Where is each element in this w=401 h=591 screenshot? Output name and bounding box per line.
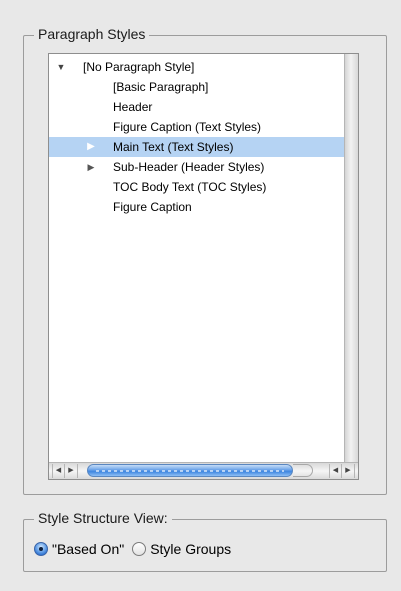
triangle-down-icon[interactable]: ▼	[55, 57, 67, 77]
based-on-label[interactable]: "Based On"	[52, 541, 124, 557]
tree-row-no-paragraph-style[interactable]: ▼ [No Paragraph Style]	[49, 57, 344, 77]
tree-row-label: [No Paragraph Style]	[83, 60, 195, 74]
tree-row-label: Figure Caption	[113, 200, 192, 214]
scroll-arrows-right: ◀ ▶	[329, 464, 355, 478]
based-on-radio[interactable]	[34, 542, 48, 556]
paragraph-styles-list[interactable]: ▼ [No Paragraph Style] [Basic Paragraph]…	[48, 53, 359, 480]
paragraph-styles-panel: Paragraph Styles ▼ [No Paragraph Style] …	[0, 0, 401, 591]
paragraph-styles-group: Paragraph Styles ▼ [No Paragraph Style] …	[23, 24, 387, 495]
tree-row-label: Main Text (Text Styles)	[113, 140, 234, 154]
tree-row-toc-body-text-toc-styles[interactable]: TOC Body Text (TOC Styles)	[49, 177, 344, 197]
horizontal-scrollbar[interactable]: ◀ ▶ ◀ ▶	[49, 462, 358, 479]
tree-row-basic-paragraph[interactable]: [Basic Paragraph]	[49, 77, 344, 97]
tree-row-sub-header-header-styles[interactable]: ▶ Sub-Header (Header Styles)	[49, 157, 344, 177]
style-groups-label[interactable]: Style Groups	[150, 541, 231, 557]
tree-row-label: [Basic Paragraph]	[113, 80, 209, 94]
tree-row-label: Sub-Header (Header Styles)	[113, 160, 265, 174]
tree-row-figure-caption[interactable]: Figure Caption	[49, 197, 344, 217]
tree-row-figure-caption-text-styles[interactable]: Figure Caption (Text Styles)	[49, 117, 344, 137]
paragraph-styles-title: Paragraph Styles	[34, 24, 150, 44]
tree-row-header[interactable]: Header	[49, 97, 344, 117]
triangle-right-icon[interactable]: ▶	[85, 157, 97, 177]
scroll-arrows-left: ◀ ▶	[52, 464, 78, 478]
tree-row-label: TOC Body Text (TOC Styles)	[113, 180, 267, 194]
scroll-track-end	[293, 464, 313, 477]
scroll-left-arrow-icon[interactable]: ◀	[329, 464, 342, 478]
style-structure-view-title: Style Structure View:	[34, 508, 172, 528]
scroll-left-arrow-icon[interactable]: ◀	[52, 464, 65, 478]
tree-row-label: Figure Caption (Text Styles)	[113, 120, 262, 134]
tree-row-main-text-text-styles[interactable]: ▶ Main Text (Text Styles)	[49, 137, 344, 157]
tree-row-label: Header	[113, 100, 153, 114]
style-structure-view-group: Style Structure View: "Based On" Style G…	[23, 508, 387, 572]
vertical-scrollbar[interactable]	[344, 54, 358, 462]
style-groups-radio[interactable]	[132, 542, 147, 556]
scroll-right-arrow-icon[interactable]: ▶	[342, 464, 355, 478]
triangle-right-icon[interactable]: ▶	[85, 137, 97, 157]
list-content: ▼ [No Paragraph Style] [Basic Paragraph]…	[49, 54, 344, 462]
horizontal-scroll-thumb[interactable]	[87, 464, 293, 477]
style-structure-radio-group: "Based On" Style Groups	[34, 539, 239, 559]
scroll-right-arrow-icon[interactable]: ▶	[65, 464, 78, 478]
